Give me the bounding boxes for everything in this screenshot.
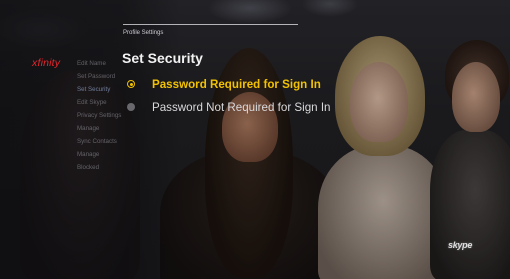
option-password-not-required[interactable]: Password Not Required for Sign In (127, 99, 331, 115)
side-menu-item-sync-contacts[interactable]: Sync Contacts (77, 135, 122, 148)
side-menu-item-edit-name[interactable]: Edit Name (77, 57, 122, 70)
xfinity-logo: xfinity (32, 57, 61, 69)
breadcrumb: Profile Settings (123, 30, 164, 36)
side-menu-item-manage-2[interactable]: Manage (77, 148, 122, 161)
header-divider (123, 24, 298, 25)
page-title: Set Security (122, 50, 203, 66)
side-menu-item-set-password[interactable]: Set Password (77, 70, 122, 83)
side-menu: Edit Name Set Password Set Security Edit… (77, 57, 122, 174)
skype-logo: skype (448, 240, 473, 250)
side-menu-item-edit-skype[interactable]: Edit Skype (77, 96, 122, 109)
side-menu-item-blocked[interactable]: Blocked (77, 161, 122, 174)
side-menu-item-set-security[interactable]: Set Security (77, 83, 122, 96)
option-label: Password Required for Sign In (152, 77, 321, 91)
side-menu-item-privacy[interactable]: Privacy Settings (77, 109, 122, 122)
side-menu-item-manage[interactable]: Manage (77, 122, 122, 135)
option-label: Password Not Required for Sign In (152, 100, 331, 114)
option-password-required[interactable]: Password Required for Sign In (127, 76, 321, 92)
radio-unselected-icon (127, 103, 135, 111)
radio-selected-icon (127, 80, 135, 88)
